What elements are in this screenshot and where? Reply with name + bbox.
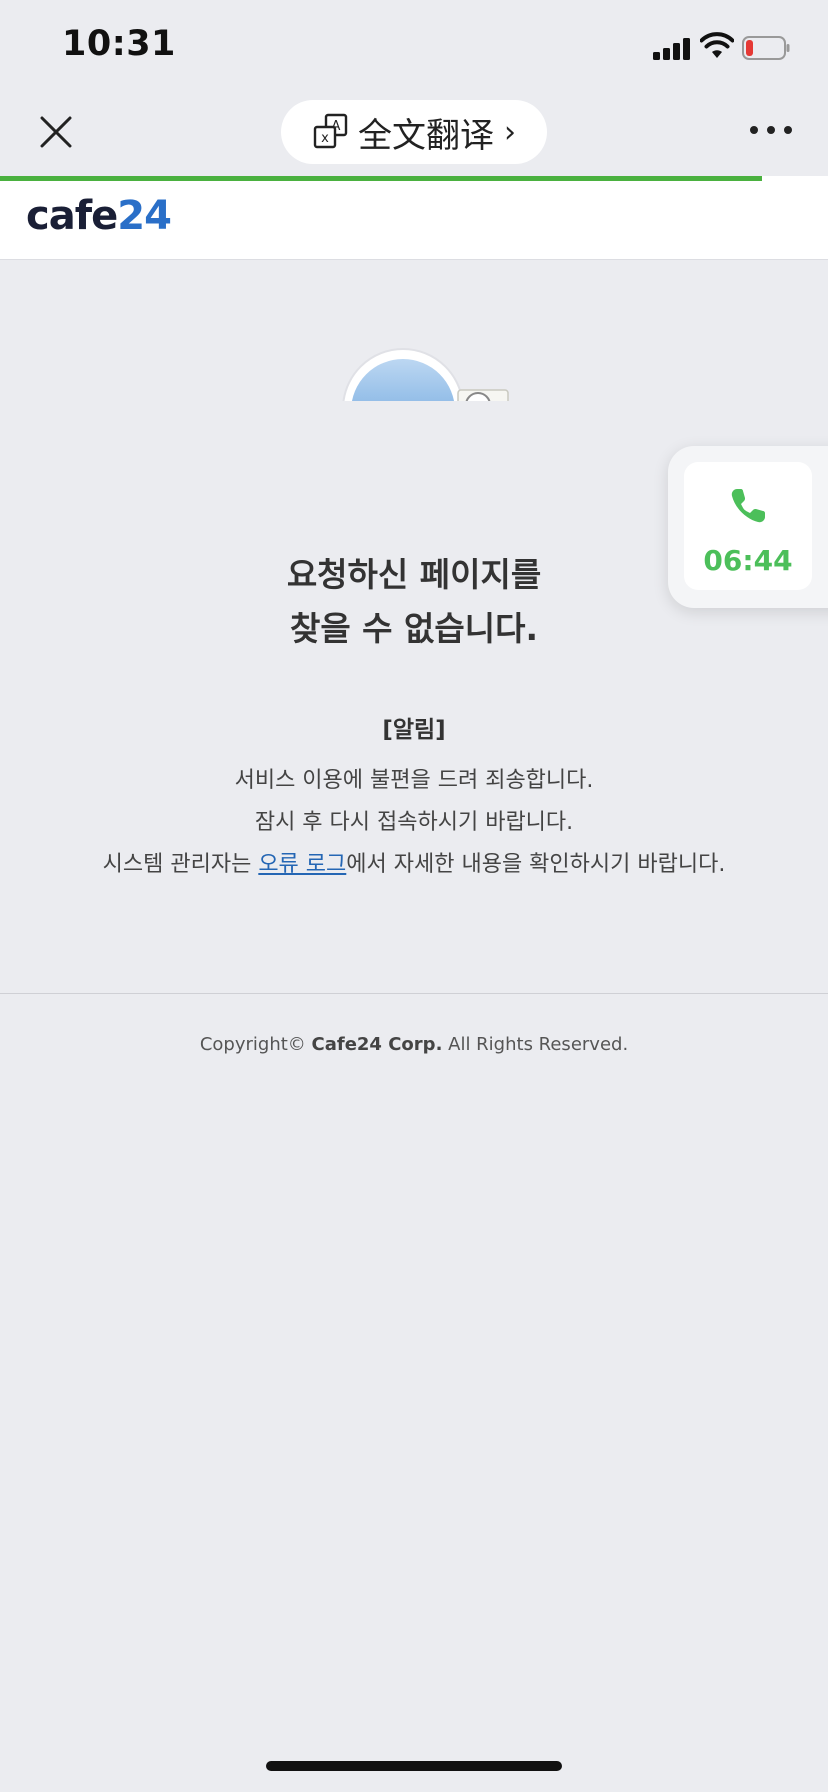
translate-icon: A x: [313, 113, 348, 149]
notice-line-1: 서비스 이용에 불편을 드려 죄송합니다.: [234, 768, 594, 793]
error-illustration: [286, 348, 526, 405]
error-title-line-1: 요청하신 페이지를: [286, 555, 542, 594]
copyright-footer: Copyright© Cafe24 Corp. All Rights Reser…: [199, 1034, 629, 1055]
battery-icon: [742, 36, 790, 60]
footer-divider: [0, 993, 828, 994]
error-log-link[interactable]: 오류 로그: [258, 852, 346, 877]
error-title-line-2: 찾을 수 없습니다.: [289, 609, 539, 648]
svg-text:x: x: [321, 131, 329, 146]
site-header: cafe24: [0, 181, 828, 260]
home-indicator[interactable]: [266, 1761, 562, 1771]
notice-line-3: 시스템 관리자는 오류 로그에서 자세한 내용을 확인하시기 바랍니다.: [102, 852, 726, 877]
full-translate-button[interactable]: A x 全文翻译 ›: [281, 100, 547, 164]
notice-body: 서비스 이용에 불편을 드려 죄송합니다. 잠시 후 다시 접속하시기 바랍니다…: [0, 760, 828, 886]
more-options-icon[interactable]: [750, 124, 792, 136]
browser-nav-bar: A x 全文翻译 ›: [0, 96, 828, 176]
notice-heading: [알림]: [382, 717, 446, 743]
close-icon[interactable]: [36, 112, 76, 152]
wifi-icon: [700, 32, 734, 58]
full-translate-label: 全文翻译: [358, 115, 494, 156]
notice-line-2: 잠시 후 다시 접속하시기 바랍니다.: [254, 810, 574, 835]
cafe24-logo[interactable]: cafe24: [26, 193, 172, 239]
error-title: 요청하신 페이지를 찾을 수 없습니다.: [0, 548, 828, 656]
phone-icon: [731, 489, 765, 523]
status-time: 10:31: [62, 24, 176, 64]
cellular-signal-icon: [653, 38, 691, 60]
chevron-right-icon: ›: [504, 114, 516, 150]
status-bar: 10:31: [0, 0, 828, 96]
